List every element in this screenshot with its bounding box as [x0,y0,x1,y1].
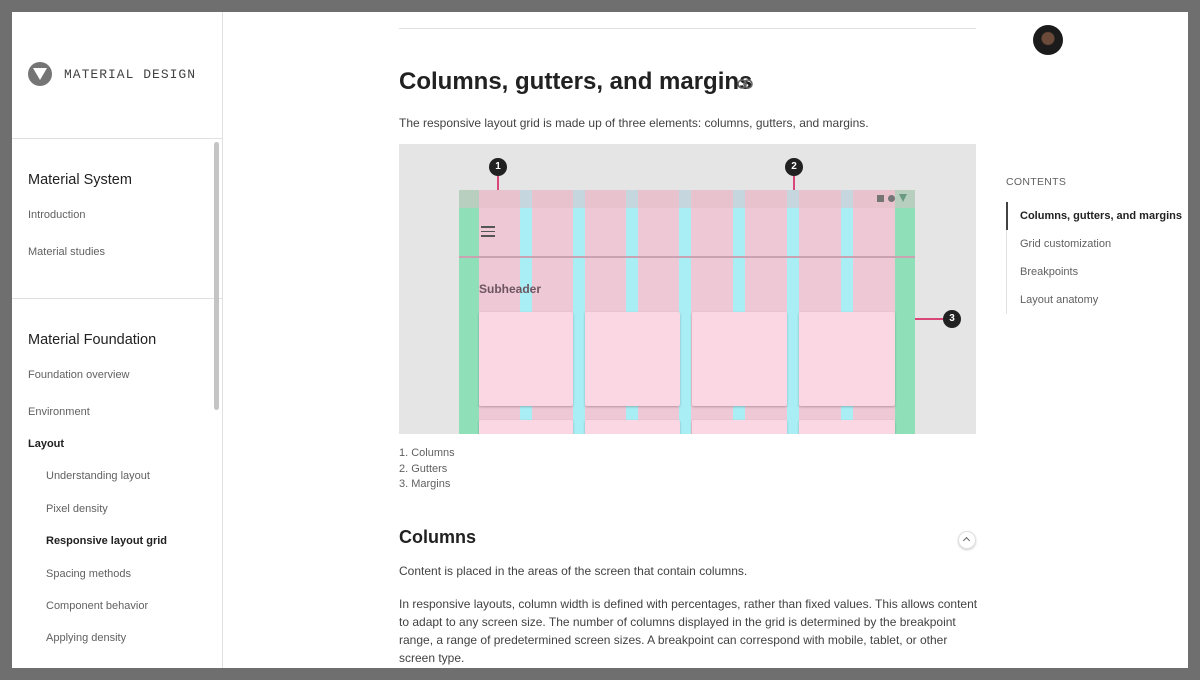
device-mockup: Subheader [459,190,915,434]
intro-text: The responsive layout grid is made up of… [399,116,869,130]
status-bar [459,190,915,208]
circle-icon [888,194,895,202]
mockup-card [585,420,680,434]
figure-legend: 1. Columns 2. Gutters 3. Margins [399,446,455,493]
toc-item-grid-customization[interactable]: Grid customization [1020,238,1111,250]
callout-margins: 3 [943,310,961,328]
sidebar-item-introduction[interactable]: Introduction [28,209,85,221]
legend-item: 2. Gutters [399,462,448,475]
mockup-card [799,420,895,434]
page-title: Columns, gutters, and margins [399,68,753,95]
mockup-card [479,420,573,434]
sidebar-item-applying-density[interactable]: Applying density [46,632,126,644]
app-bar [459,208,915,258]
link-icon[interactable] [737,76,753,94]
callout-columns: 1 [489,158,507,176]
sidebar-item-spacing-methods[interactable]: Spacing methods [46,568,131,580]
toc-title: CONTENTS [1006,176,1067,188]
sidebar-item-pixel-density[interactable]: Pixel density [46,503,108,515]
callout-line [793,176,795,190]
layout-grid-figure: Subheader 1 2 3 [399,144,976,434]
material-logo-icon [28,62,52,86]
paragraph: Content is placed in the areas of the sc… [399,564,748,578]
mockup-card [799,312,895,406]
mockup-subheader: Subheader [479,282,542,296]
app-window: MATERIAL DESIGN Material System Introduc… [12,12,1188,668]
user-avatar[interactable] [1033,25,1063,55]
top-divider [399,28,976,29]
toc-active-indicator [1006,202,1008,230]
hamburger-menu-icon [481,226,495,240]
sidebar-scrollbar[interactable] [214,142,219,410]
sidebar-item-environment[interactable]: Environment [28,406,90,418]
sidebar-nav: MATERIAL DESIGN Material System Introduc… [12,12,223,668]
legend-item: 3. Margins [399,478,451,490]
square-icon [877,194,884,202]
system-icons [877,194,907,202]
toc-item-breakpoints[interactable]: Breakpoints [1020,266,1078,278]
legend-item: 1. Columns [399,447,455,459]
toc-item-columns-gutters-margins[interactable]: Columns, gutters, and margins [1020,210,1182,222]
callout-line [915,318,943,320]
mockup-card [585,312,680,406]
mockup-card [479,312,573,406]
callout-gutters: 2 [785,158,803,176]
sidebar-item-layout[interactable]: Layout [28,438,64,450]
collapse-section-button[interactable] [958,531,976,549]
sidebar-divider [12,138,222,139]
sidebar-item-material-studies[interactable]: Material studies [28,246,105,258]
mockup-card [692,312,787,406]
brand[interactable]: MATERIAL DESIGN [28,62,196,86]
sidebar-divider [12,298,222,299]
brand-name: MATERIAL DESIGN [64,66,197,82]
section-title: Columns [399,527,477,547]
sidebar-item-component-behavior[interactable]: Component behavior [46,600,148,612]
paragraph: In responsive layouts, column width is d… [399,597,978,665]
sidebar-item-foundation-overview[interactable]: Foundation overview [28,369,130,381]
sidebar-item-responsive-layout-grid[interactable]: Responsive layout grid [46,535,167,547]
mockup-card [692,420,787,434]
wifi-icon [899,194,907,202]
sidebar-heading-material-foundation[interactable]: Material Foundation [28,332,156,348]
sidebar-heading-material-system[interactable]: Material System [28,172,132,188]
toc-item-layout-anatomy[interactable]: Layout anatomy [1020,294,1098,306]
callout-line [497,176,499,190]
sidebar-item-understanding-layout[interactable]: Understanding layout [46,470,150,482]
